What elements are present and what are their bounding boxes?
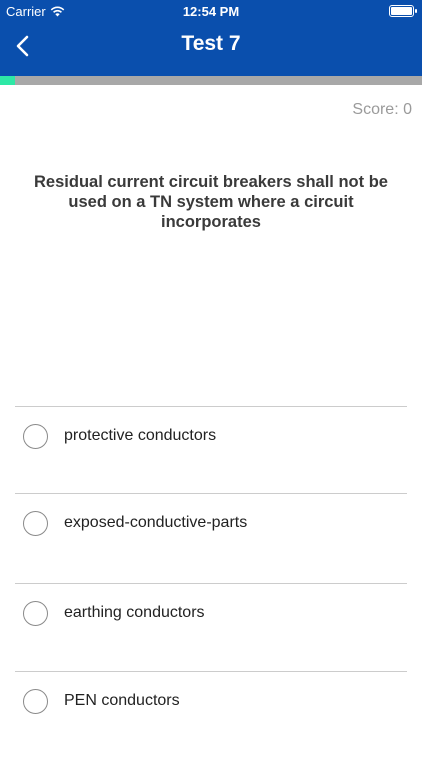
answer-option-2[interactable]: exposed-conductive-parts: [15, 493, 407, 581]
answer-label: protective conductors: [64, 427, 217, 444]
radio-button[interactable]: [23, 424, 48, 449]
status-time: 12:54 PM: [182, 4, 240, 19]
battery-icon: [389, 5, 417, 17]
battery-fill: [391, 7, 412, 15]
answer-option-4[interactable]: PEN conductors: [15, 671, 407, 759]
header-bar: Carrier 12:54 PM Test 7: [0, 0, 422, 76]
status-bar: Carrier 12:54 PM: [0, 0, 422, 22]
progress-fill: [0, 76, 15, 85]
score-label: Score: 0: [352, 101, 412, 118]
answer-option-1[interactable]: protective conductors: [15, 406, 407, 494]
radio-button[interactable]: [23, 601, 48, 626]
radio-button[interactable]: [23, 689, 48, 714]
page-title: Test 7: [181, 32, 241, 55]
radio-button[interactable]: [23, 511, 48, 536]
answer-label: exposed-conductive-parts: [64, 514, 248, 531]
progress-bar: [0, 76, 422, 85]
question-text: Residual current circuit breakers shall …: [34, 173, 388, 231]
answer-label: PEN conductors: [64, 692, 180, 709]
answer-option-3[interactable]: earthing conductors: [15, 583, 407, 671]
answer-label: earthing conductors: [64, 604, 205, 621]
